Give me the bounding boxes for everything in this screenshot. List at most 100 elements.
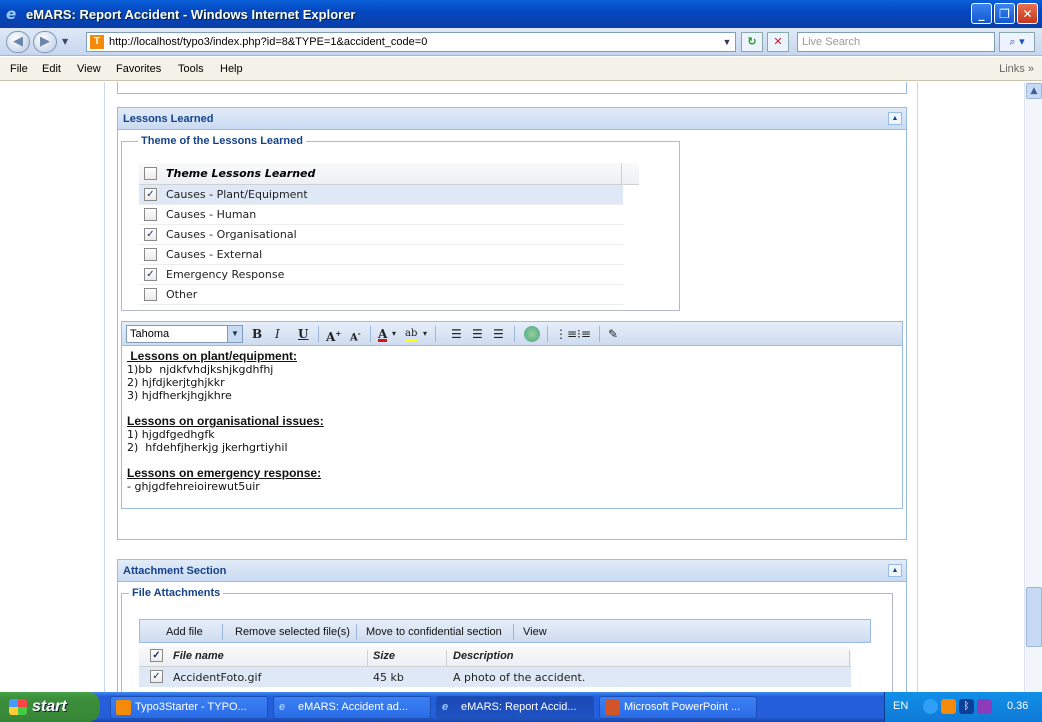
theme-row[interactable]: Other <box>139 285 623 305</box>
editor-content[interactable]: Lessons on plant/equipment: 1)bb njdkfvhd… <box>127 350 324 494</box>
collapse-icon[interactable]: ▲ <box>888 112 902 125</box>
address-dropdown-icon[interactable]: ▼ <box>719 33 735 51</box>
font-color-icon[interactable]: A <box>378 326 388 342</box>
font-color-dropdown-icon[interactable]: ▾ <box>392 326 396 342</box>
theme-label: Causes - Plant/Equipment <box>166 188 308 201</box>
refresh-button[interactable]: ↻ <box>741 32 763 52</box>
align-right-icon[interactable]: ☰ <box>493 326 504 342</box>
select-all-checkbox[interactable] <box>144 167 157 180</box>
add-file-button[interactable]: Add file <box>166 626 203 638</box>
stop-button[interactable]: ✕ <box>767 32 789 52</box>
file-name-column[interactable]: File name <box>173 650 224 662</box>
size-column[interactable]: Size <box>373 650 395 662</box>
taskbar: start Typo3Starter - TYPO... e eMARS: Ac… <box>0 692 1042 722</box>
task-typo3[interactable]: Typo3Starter - TYPO... <box>110 696 268 719</box>
system-tray: EN ᛒ 0.36 <box>884 692 1042 722</box>
task-label: eMARS: Accident ad... <box>298 701 409 713</box>
theme-checkbox[interactable] <box>144 248 157 261</box>
lessons-learned-header[interactable]: Lessons Learned ▲ <box>118 108 906 130</box>
task-powerpoint[interactable]: Microsoft PowerPoint ... <box>599 696 757 719</box>
toolbar-separator <box>222 624 223 640</box>
menu-view[interactable]: View <box>77 63 101 75</box>
grow-font-icon[interactable]: A+ <box>326 326 341 344</box>
view-button[interactable]: View <box>523 626 547 638</box>
task-emars-admin[interactable]: e eMARS: Accident ad... <box>273 696 431 719</box>
attachment-toolbar: Add file Remove selected file(s) Move to… <box>139 619 871 643</box>
vertical-scrollbar[interactable]: ▲ <box>1024 82 1042 692</box>
select-all-checkbox[interactable]: ✓ <box>150 649 163 662</box>
move-confidential-button[interactable]: Move to confidential section <box>366 626 502 638</box>
table-row[interactable]: ✓ AccidentFoto.gif 45 kb A photo of the … <box>139 667 851 687</box>
scroll-up-icon[interactable]: ▲ <box>1026 83 1042 99</box>
theme-grid: Theme Lessons Learned ✓ Causes - Plant/Eq… <box>139 163 639 305</box>
app-tray-icon[interactable] <box>977 699 992 714</box>
source-edit-icon[interactable]: ✎ <box>608 326 618 342</box>
menu-edit[interactable]: Edit <box>42 63 61 75</box>
bluetooth-icon[interactable]: ᛒ <box>959 699 974 714</box>
minimize-button[interactable]: _ <box>971 3 992 24</box>
lesson-line: 2) hjfdjkerjtghjkkr <box>127 376 225 389</box>
network-icon[interactable] <box>923 699 938 714</box>
theme-row[interactable]: ✓ Emergency Response <box>139 265 623 285</box>
menu-favorites[interactable]: Favorites <box>116 63 161 75</box>
close-button[interactable]: ✕ <box>1017 3 1038 24</box>
task-label: Microsoft PowerPoint ... <box>624 701 741 713</box>
forward-button[interactable]: ▶ <box>33 31 57 53</box>
theme-row[interactable]: Causes - External <box>139 245 623 265</box>
link-icon[interactable] <box>524 326 540 342</box>
theme-checkbox[interactable] <box>144 288 157 301</box>
collapse-icon[interactable]: ▲ <box>888 564 902 577</box>
toolbar-separator <box>513 624 514 640</box>
start-button[interactable]: start <box>0 692 100 722</box>
shrink-font-icon[interactable]: A- <box>350 326 361 343</box>
menu-file[interactable]: File <box>10 63 28 75</box>
attachment-header[interactable]: Attachment Section ▲ <box>118 560 906 582</box>
theme-checkbox[interactable]: ✓ <box>144 228 157 241</box>
bullet-list-icon[interactable]: ⁝≡ <box>577 326 591 342</box>
theme-label: Emergency Response <box>166 268 285 281</box>
remove-files-button[interactable]: Remove selected file(s) <box>235 626 350 638</box>
theme-row[interactable]: ✓ Causes - Organisational <box>139 225 623 245</box>
align-center-icon[interactable]: ☰ <box>472 326 483 342</box>
right-divider <box>917 82 918 692</box>
task-emars-report[interactable]: e eMARS: Report Accid... <box>436 696 594 719</box>
row-checkbox[interactable]: ✓ <box>150 670 163 683</box>
theme-row[interactable]: Causes - Human <box>139 205 623 225</box>
theme-column-header[interactable]: Theme Lessons Learned <box>166 167 315 180</box>
task-label: eMARS: Report Accid... <box>461 701 577 713</box>
links-label: Links <box>999 63 1025 75</box>
search-input[interactable]: Live Search <box>797 32 995 52</box>
font-select-value: Tahoma <box>130 328 170 340</box>
typo3-tray-icon[interactable] <box>941 699 956 714</box>
highlight-dropdown-icon[interactable]: ▾ <box>423 326 427 342</box>
numbered-list-icon[interactable]: ⋮≡ <box>555 326 577 342</box>
history-dropdown-icon[interactable]: ▼ <box>62 37 68 46</box>
italic-icon[interactable]: I <box>275 326 280 342</box>
menu-tools[interactable]: Tools <box>178 63 204 75</box>
bold-icon[interactable]: B <box>252 326 262 342</box>
scroll-thumb[interactable] <box>1026 587 1042 647</box>
menu-help[interactable]: Help <box>220 63 243 75</box>
language-indicator[interactable]: EN <box>893 700 908 712</box>
highlight-icon[interactable]: ab <box>405 326 418 342</box>
description-column[interactable]: Description <box>453 650 514 662</box>
ie-logo-icon: e <box>6 5 17 23</box>
underline-icon[interactable]: U <box>298 326 308 342</box>
theme-checkbox[interactable]: ✓ <box>144 188 157 201</box>
previous-panel-bottom <box>117 82 907 94</box>
lesson-line: 3) hjdfherkjhgjkhre <box>127 389 232 402</box>
restore-button[interactable]: ❐ <box>994 3 1015 24</box>
back-button[interactable]: ◀ <box>6 31 30 53</box>
theme-checkbox[interactable]: ✓ <box>144 268 157 281</box>
typo3-icon <box>116 700 131 715</box>
address-field[interactable]: T http://localhost/typo3/index.php?id=8&… <box>86 32 736 52</box>
links-toolbar[interactable]: Links » <box>999 63 1034 75</box>
font-select[interactable]: Tahoma ▼ <box>126 325 243 343</box>
theme-checkbox[interactable] <box>144 208 157 221</box>
search-button[interactable]: ⌕ ▾ <box>999 32 1035 52</box>
theme-row[interactable]: ✓ Causes - Plant/Equipment <box>139 185 623 205</box>
ie-icon: e <box>279 701 286 713</box>
align-left-icon[interactable]: ☰ <box>451 326 462 342</box>
ie-icon: e <box>442 701 449 713</box>
lesson-line: - ghjgdfehreioirewut5uir <box>127 480 260 493</box>
